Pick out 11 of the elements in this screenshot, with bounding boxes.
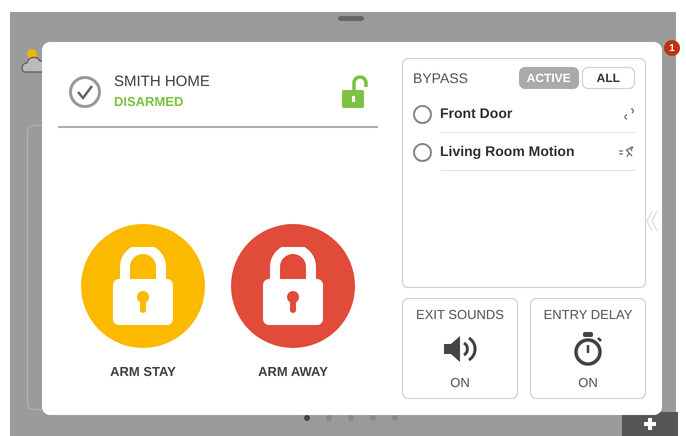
setting-toggle[interactable]: ENTRY DELAY ON	[530, 298, 646, 399]
zone-name: Front Door	[440, 104, 514, 123]
arm-label: ARM STAY	[110, 362, 176, 380]
setting-toggle[interactable]: EXIT SOUNDS ON	[402, 298, 518, 399]
zone-name: Living Room Motion	[440, 142, 576, 161]
arm-label: ARM AWAY	[258, 362, 328, 380]
filter-tab[interactable]: ALL	[582, 67, 635, 89]
notification-badge: 1	[664, 40, 680, 56]
bypass-title: BYPASS	[413, 68, 469, 88]
system-state: DISARMED	[114, 92, 184, 111]
system-name: SMITH HOME	[114, 72, 211, 92]
